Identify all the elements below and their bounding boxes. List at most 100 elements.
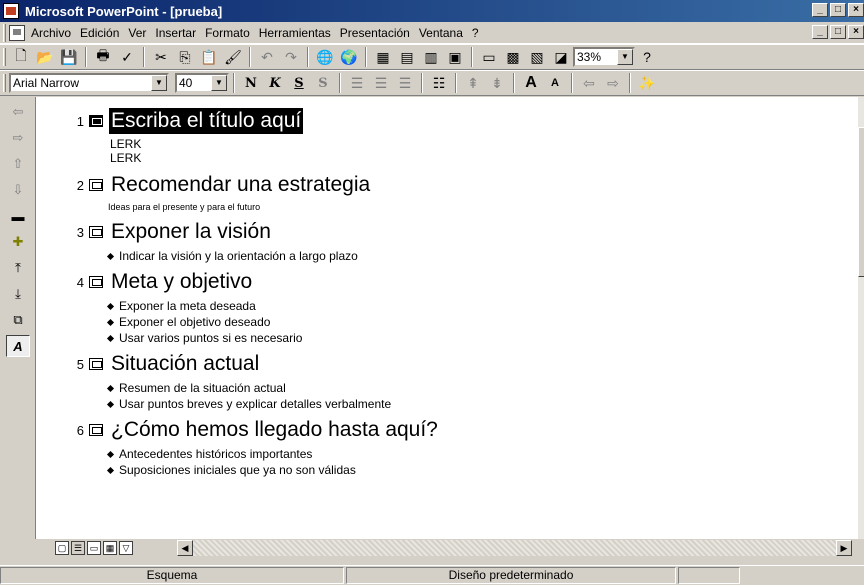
save-icon[interactable]: 💾 [58,46,80,68]
outline-bullet[interactable]: Usar varios puntos si es necesario [106,330,858,346]
outline-slide[interactable]: 6 ¿Cómo hemos llegado hasta aquí? Antece… [72,414,858,478]
menu-insertar[interactable]: Insertar [155,26,196,40]
slide-icon[interactable] [89,358,103,370]
outline-text[interactable]: Ideas para el presente y para el futuro [108,201,858,214]
outline-slide[interactable]: 3 Exponer la visión Indicar la visión y … [72,216,858,264]
menu-edicion[interactable]: Edición [80,26,119,40]
chevron-down-icon[interactable]: ▼ [211,75,227,91]
collapse-icon[interactable]: ▬ [6,205,30,227]
outline-text[interactable]: LERK [110,151,858,165]
menu-help[interactable]: ? [472,26,479,40]
insert-chart-icon[interactable]: ▥ [420,46,442,68]
chevron-down-icon[interactable]: ▼ [151,75,167,91]
spelling-icon[interactable]: ✓ [116,46,138,68]
move-down-icon[interactable]: ⇩ [6,179,30,201]
promote-icon[interactable]: ⇦ [578,72,600,94]
powerpoint-app-icon[interactable] [3,3,19,19]
horizontal-scrollbar[interactable]: ◀ ▶ [177,540,852,556]
doc-restore-button[interactable]: □ [830,25,846,39]
zoom-select[interactable]: 33% ▼ [573,47,635,67]
open-icon[interactable]: 📂 [34,46,56,68]
menu-ver[interactable]: Ver [128,26,146,40]
slide-show-icon[interactable]: ▽ [119,541,133,555]
close-button[interactable]: × [848,3,864,17]
show-formatting-icon[interactable]: A [6,335,30,357]
copy-icon[interactable]: ⎘ [174,46,196,68]
insert-clipart-icon[interactable]: ▣ [444,46,466,68]
maximize-button[interactable]: □ [830,3,846,17]
chevron-down-icon[interactable]: ▼ [617,49,633,65]
outline-bullet[interactable]: Usar puntos breves y explicar detalles v… [106,396,858,412]
bullets-icon[interactable]: ☷ [428,72,450,94]
redo-icon[interactable]: ↷ [280,46,302,68]
outline-bullet[interactable]: Exponer el objetivo deseado [106,314,858,330]
new-icon[interactable]: 🗋 [10,46,32,68]
slide-view-icon[interactable]: ▭ [87,541,101,555]
insert-hyperlink-icon[interactable]: 🌐 [314,46,336,68]
menu-presentacion[interactable]: Presentación [340,26,410,40]
font-name-select[interactable]: Arial Narrow ▼ [9,73,169,93]
outline-bullet[interactable]: Indicar la visión y la orientación a lar… [106,248,858,264]
slide-icon[interactable] [89,424,103,436]
increase-font-icon[interactable]: A [520,72,542,94]
new-slide-icon[interactable]: ▭ [478,46,500,68]
minimize-button[interactable]: _ [812,3,828,17]
slide-title[interactable]: ¿Cómo hemos llegado hasta aquí? [109,417,440,443]
outline-bullet[interactable]: Exponer la meta deseada [106,298,858,314]
menu-archivo[interactable]: Archivo [31,26,71,40]
undo-icon[interactable]: ↶ [256,46,278,68]
outline-pane[interactable]: 1 Escriba el título aquí LERK LERK 2 Rec… [36,97,858,539]
slide-title[interactable]: Situación actual [109,351,261,377]
decrease-spacing-icon[interactable]: ⇟ [486,72,508,94]
italic-button[interactable]: K [264,72,286,94]
insert-excel-icon[interactable]: ▤ [396,46,418,68]
move-up-icon[interactable]: ⇧ [6,153,30,175]
cut-icon[interactable]: ✂ [150,46,172,68]
doc-close-button[interactable]: × [848,25,864,39]
scroll-right-icon[interactable]: ▶ [836,540,852,556]
bold-button[interactable]: N [240,72,262,94]
menu-formato[interactable]: Formato [205,26,250,40]
slide-sorter-icon[interactable]: ▦ [103,541,117,555]
outline-slide[interactable]: 2 Recomendar una estrategia Ideas para e… [72,169,858,214]
menu-grip[interactable] [3,23,6,42]
shadow-button[interactable]: S [312,72,334,94]
summary-slide-icon[interactable]: ⧉ [6,309,30,331]
vertical-scrollbar[interactable] [858,97,864,539]
scroll-thumb[interactable] [858,127,864,277]
promote-icon[interactable]: ⇦ [6,101,30,123]
scroll-left-icon[interactable]: ◀ [177,540,193,556]
menu-herramientas[interactable]: Herramientas [259,26,331,40]
slide-layout-icon[interactable]: ▩ [502,46,524,68]
document-icon[interactable] [9,24,25,41]
align-left-icon[interactable]: ☰ [346,72,368,94]
slide-title[interactable]: Meta y objetivo [109,269,254,295]
outline-view-icon[interactable]: ☰ [71,541,85,555]
slide-icon[interactable] [89,179,103,191]
outline-slide[interactable]: 5 Situación actual Resumen de la situaci… [72,348,858,412]
outline-bullet[interactable]: Antecedentes históricos importantes [106,446,858,462]
format-painter-icon[interactable]: 🖌 [222,46,244,68]
web-toolbar-icon[interactable]: 🌍 [338,46,360,68]
slide-icon[interactable] [89,226,103,238]
expand-all-icon[interactable]: ⤓ [6,283,30,305]
increase-spacing-icon[interactable]: ⇞ [462,72,484,94]
decrease-font-icon[interactable]: A [544,72,566,94]
slide-title[interactable]: Recomendar una estrategia [109,172,372,198]
paste-icon[interactable]: 📋 [198,46,220,68]
slide-title[interactable]: Escriba el título aquí [109,108,304,134]
font-size-select[interactable]: 40 ▼ [175,73,229,93]
demote-icon[interactable]: ⇨ [6,127,30,149]
demote-icon[interactable]: ⇨ [602,72,624,94]
grayscale-icon[interactable]: ◪ [550,46,572,68]
slide-icon[interactable] [89,276,103,288]
toolbar-grip[interactable] [3,74,6,92]
outline-bullet[interactable]: Resumen de la situación actual [106,380,858,396]
menu-ventana[interactable]: Ventana [419,26,463,40]
doc-minimize-button[interactable]: _ [812,25,828,39]
slide-title[interactable]: Exponer la visión [109,219,273,245]
outline-slide[interactable]: 1 Escriba el título aquí LERK LERK [72,105,858,165]
animation-effects-icon[interactable]: ✨ [636,72,658,94]
slide-icon[interactable] [89,115,103,127]
align-right-icon[interactable]: ☰ [394,72,416,94]
